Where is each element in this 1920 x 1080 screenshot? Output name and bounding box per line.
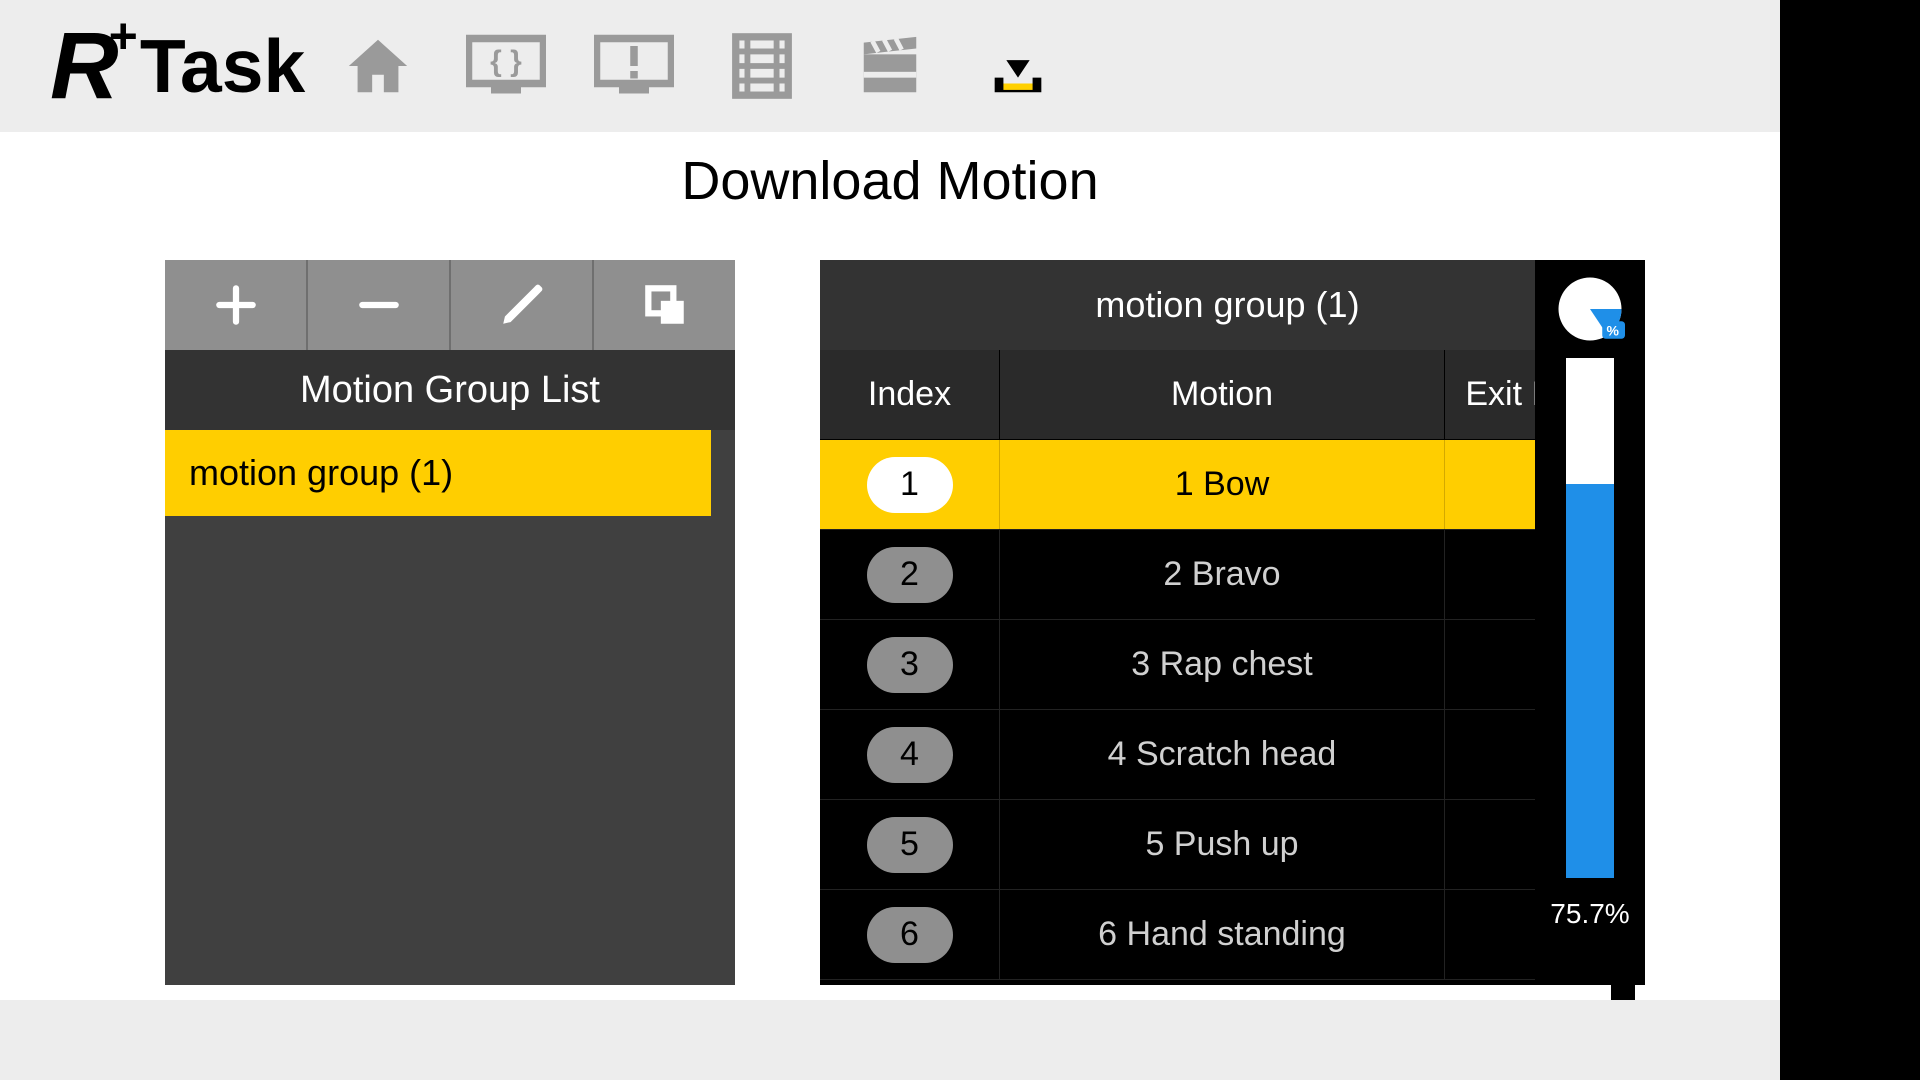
cell-motion: 1 Bow [1000, 440, 1445, 529]
motion-table-header: Index Motion Exit Index [820, 350, 1635, 440]
index-pill[interactable]: 6 [867, 907, 953, 963]
motion-table-body: 1 1 Bow 2 2 Bravo 3 3 Rap chest 4 4 Scratch hea… [820, 440, 1635, 980]
remove-group-button[interactable] [308, 260, 451, 350]
cell-index: 3 [820, 620, 1000, 709]
alert-editor-button[interactable] [589, 21, 679, 111]
edit-group-button[interactable] [451, 260, 594, 350]
logo-letter: R [50, 12, 113, 121]
svg-text:{ }: { } [490, 45, 522, 78]
plus-icon [211, 280, 261, 330]
table-row[interactable]: 1 1 Bow [820, 440, 1635, 530]
memory-percent-label: 75.7% [1550, 898, 1629, 930]
cell-motion: 4 Scratch head [1000, 710, 1445, 799]
motion-group-panel: Motion Group List motion group (1) [165, 260, 735, 985]
download-motion-button[interactable] [1804, 888, 1894, 971]
col-index: Index [820, 350, 1000, 439]
alert-monitor-icon [594, 34, 674, 98]
memory-bar-fill [1566, 484, 1614, 878]
index-pill[interactable]: 1 [867, 457, 953, 513]
index-pill[interactable]: 3 [867, 637, 953, 693]
top-toolbar: R + Task { } [0, 0, 1780, 132]
motion-table-panel: motion group (1) Index Motion Exit Index… [820, 260, 1635, 985]
cell-index: 2 [820, 530, 1000, 619]
table-row[interactable]: 6 6 Hand standing [820, 890, 1635, 980]
cell-motion: 5 Push up [1000, 800, 1445, 889]
group-list-item[interactable]: motion group (1) [165, 430, 735, 516]
cell-index: 6 [820, 890, 1000, 979]
table-row[interactable]: 5 5 Push up [820, 800, 1635, 890]
table-row[interactable]: 3 3 Rap chest [820, 620, 1635, 710]
table-row[interactable]: 4 4 Scratch head [820, 710, 1635, 800]
bottom-bar [0, 1000, 1780, 1080]
col-motion: Motion [1000, 350, 1445, 439]
memory-panel: % 75.7% [1535, 260, 1645, 985]
cell-motion: 2 Bravo [1000, 530, 1445, 619]
memory-bar-track [1566, 358, 1614, 878]
add-group-button[interactable] [165, 260, 308, 350]
minus-icon [354, 280, 404, 330]
logo-plus: + [109, 7, 138, 65]
table-row[interactable]: 2 2 Bravo [820, 530, 1635, 620]
download-button[interactable] [973, 21, 1063, 111]
index-pill[interactable]: 4 [867, 727, 953, 783]
pencil-icon [497, 280, 547, 330]
group-list-item-label: motion group (1) [189, 452, 453, 494]
svg-text:%: % [1607, 322, 1620, 338]
index-pill[interactable]: 5 [867, 817, 953, 873]
cell-index: 4 [820, 710, 1000, 799]
pie-chart-icon: % [1555, 274, 1625, 344]
group-toolbar [165, 260, 735, 350]
cell-index: 1 [820, 440, 1000, 529]
download-icon [983, 31, 1053, 101]
motion-table-title: motion group (1) [820, 260, 1635, 350]
app-logo: R + Task [50, 12, 305, 121]
clapboard-button[interactable] [845, 21, 935, 111]
home-icon [343, 31, 413, 101]
cell-motion: 6 Hand standing [1000, 890, 1445, 979]
film-button[interactable] [717, 21, 807, 111]
group-list: motion group (1) [165, 430, 735, 516]
cell-motion: 3 Rap chest [1000, 620, 1445, 709]
film-download-icon [1804, 888, 1894, 966]
code-editor-button[interactable]: { } [461, 21, 551, 111]
code-monitor-icon: { } [466, 34, 546, 98]
cell-index: 5 [820, 800, 1000, 889]
clapboard-icon [855, 31, 925, 101]
group-list-title: Motion Group List [165, 350, 735, 430]
copy-group-button[interactable] [594, 260, 735, 350]
copy-icon [640, 280, 690, 330]
page-title: Download Motion [0, 150, 1780, 212]
index-pill[interactable]: 2 [867, 547, 953, 603]
logo-word: Task [140, 23, 305, 109]
film-icon [727, 31, 797, 101]
home-button[interactable] [333, 21, 423, 111]
memory-pie: % [1555, 274, 1625, 344]
